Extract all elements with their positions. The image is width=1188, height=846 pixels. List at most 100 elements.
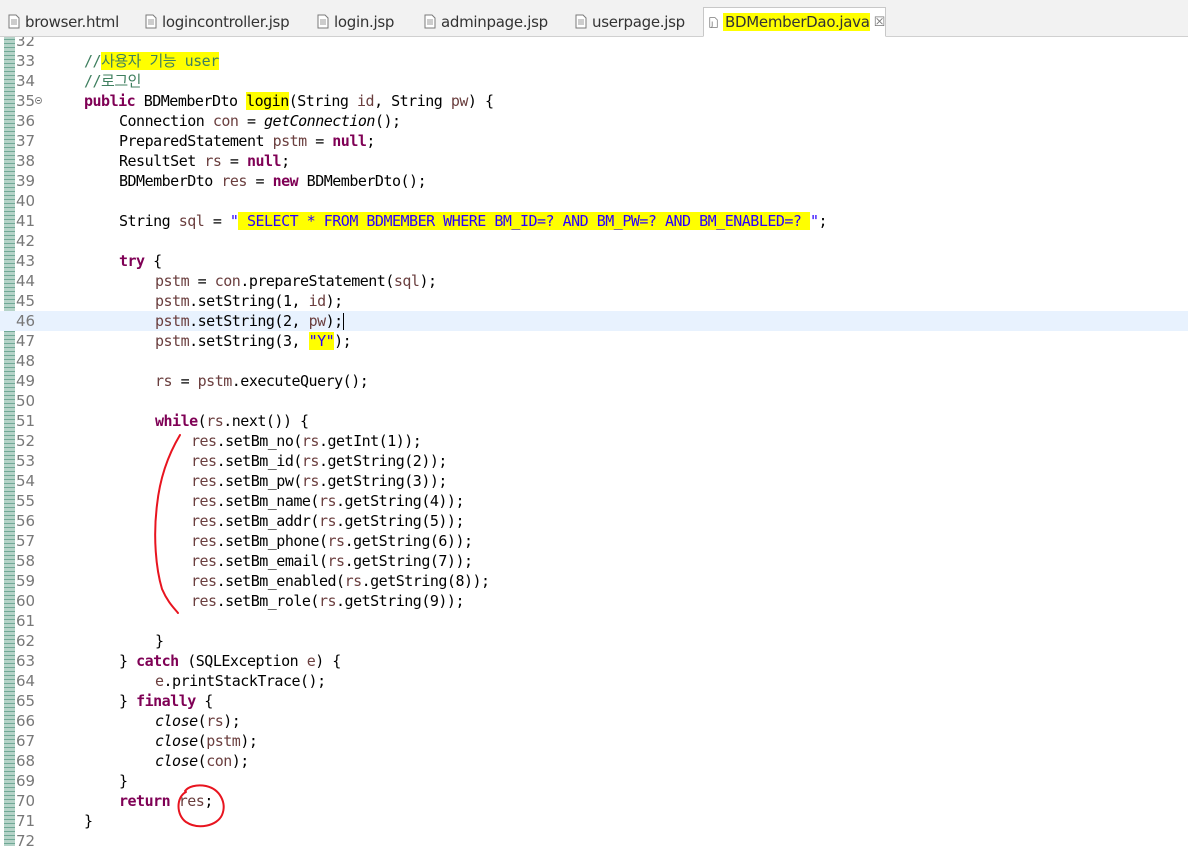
code-text: .setBm_enabled( — [216, 572, 345, 590]
code-text: .getString(6)); — [344, 532, 473, 550]
code-text: ); — [325, 292, 344, 310]
code-variable: e — [155, 672, 164, 690]
code-text: } — [119, 772, 128, 790]
code-text: .getString(4)); — [336, 492, 464, 510]
code-comment-highlighted: 사용자 기능 user — [101, 52, 219, 70]
line-number: 59 — [16, 572, 36, 590]
editor-tab-bar: browser.html logincontroller.jsp login.j… — [0, 0, 1188, 37]
code-variable: res — [191, 452, 217, 470]
line-number: 47 — [16, 332, 36, 350]
code-variable: pstm — [155, 312, 190, 330]
code-text: = — [306, 132, 333, 150]
code-text: 2, — [282, 312, 309, 330]
code-text: .getString(9)); — [336, 592, 464, 610]
code-variable: con — [212, 112, 239, 130]
tab-label: userpage.jsp — [592, 12, 685, 31]
code-variable: id — [357, 92, 375, 110]
code-text: , String — [374, 92, 451, 110]
code-string-quote: " — [810, 212, 819, 230]
html-file-icon — [8, 14, 20, 29]
code-variable: rs — [344, 572, 363, 590]
code-text: BDMemberDto — [119, 172, 222, 190]
code-variable: rs — [155, 372, 173, 390]
code-variable: rs — [204, 152, 222, 170]
line-number: 70 — [16, 792, 36, 810]
line-number: 48 — [16, 352, 36, 370]
code-text: .next()) { — [223, 412, 309, 430]
code-variable: res — [221, 172, 247, 190]
code-keyword: new — [272, 172, 299, 190]
code-variable: rs — [318, 492, 337, 510]
tab-adminpage-jsp[interactable]: adminpage.jsp — [424, 7, 548, 36]
line-number: 57 — [16, 532, 36, 550]
jsp-file-icon — [145, 14, 157, 29]
code-static-call: close — [155, 752, 198, 770]
code-variable: sql — [178, 212, 205, 230]
code-text: ); — [334, 332, 352, 350]
text-cursor — [342, 313, 344, 330]
code-keyword: return — [119, 792, 171, 810]
code-text: ResultSet — [119, 152, 205, 170]
code-variable: res — [191, 432, 217, 450]
code-text: .setBm_phone( — [216, 532, 328, 550]
code-variable: rs — [206, 712, 224, 730]
code-static-call: close — [155, 732, 198, 750]
code-variable: res — [191, 532, 217, 550]
code-text: Connection — [119, 112, 213, 130]
line-number: 33 — [16, 52, 36, 70]
line-number: 71 — [16, 812, 36, 830]
code-text: { — [144, 252, 162, 270]
code-text: .getString(8)); — [361, 572, 490, 590]
jsp-file-icon — [317, 14, 329, 29]
line-number: 52 — [16, 432, 36, 450]
svg-text:J: J — [710, 20, 713, 27]
tab-browser-html[interactable]: browser.html — [8, 7, 119, 36]
code-text: .getString(5)); — [336, 512, 464, 530]
code-keyword: null — [332, 132, 367, 150]
code-text: ; — [818, 212, 828, 230]
close-tab-icon[interactable]: ☒ — [874, 15, 886, 30]
code-editor[interactable]: 32 33//사용자 기능 user 34//로그인 35 public BDMe… — [0, 37, 1188, 846]
code-keyword: while — [155, 412, 198, 430]
tab-label: adminpage.jsp — [441, 12, 548, 31]
line-number: 43 — [16, 252, 36, 270]
tab-label: logincontroller.jsp — [162, 12, 290, 31]
code-variable: e — [306, 652, 316, 670]
code-text: ) { — [467, 92, 494, 110]
tab-bdmemberdao-java[interactable]: J BDMemberDao.java ☒ — [703, 7, 886, 37]
line-number: 66 — [16, 712, 36, 730]
code-text: .getString(7)); — [344, 552, 473, 570]
code-text: .setString( — [189, 332, 283, 350]
code-text: { — [195, 692, 213, 710]
code-text: } — [119, 692, 137, 710]
code-comment: //로그인 — [84, 72, 141, 90]
code-text: } — [155, 632, 164, 650]
line-number: 64 — [16, 672, 36, 690]
code-text: ); — [240, 732, 258, 750]
code-text: = — [221, 152, 247, 170]
code-variable: rs — [206, 412, 224, 430]
code-variable: pstm — [155, 292, 190, 310]
tab-login-jsp[interactable]: login.jsp — [317, 7, 394, 36]
line-number: 45 — [16, 292, 36, 310]
code-variable: pstm — [155, 272, 190, 290]
code-text: ( — [197, 412, 207, 430]
line-number: 67 — [16, 732, 36, 750]
code-variable: pstm — [155, 332, 190, 350]
tab-userpage-jsp[interactable]: userpage.jsp — [575, 7, 685, 36]
code-text: = — [189, 272, 215, 290]
code-text: .setBm_id( — [216, 452, 303, 470]
tab-label: browser.html — [25, 12, 119, 31]
code-method-name-highlighted: login — [246, 92, 289, 110]
code-text: ( — [197, 732, 207, 750]
line-number: 56 — [16, 512, 36, 530]
line-number: 61 — [16, 612, 36, 630]
line-number: 32 — [16, 37, 36, 50]
code-variable: res — [191, 472, 217, 490]
line-number: 62 — [16, 632, 36, 650]
line-number: 44 — [16, 272, 36, 290]
code-comment: // — [84, 52, 102, 70]
tab-logincontroller-jsp[interactable]: logincontroller.jsp — [145, 7, 290, 36]
fold-toggle-icon[interactable] — [35, 97, 42, 104]
line-number: 54 — [16, 472, 36, 490]
